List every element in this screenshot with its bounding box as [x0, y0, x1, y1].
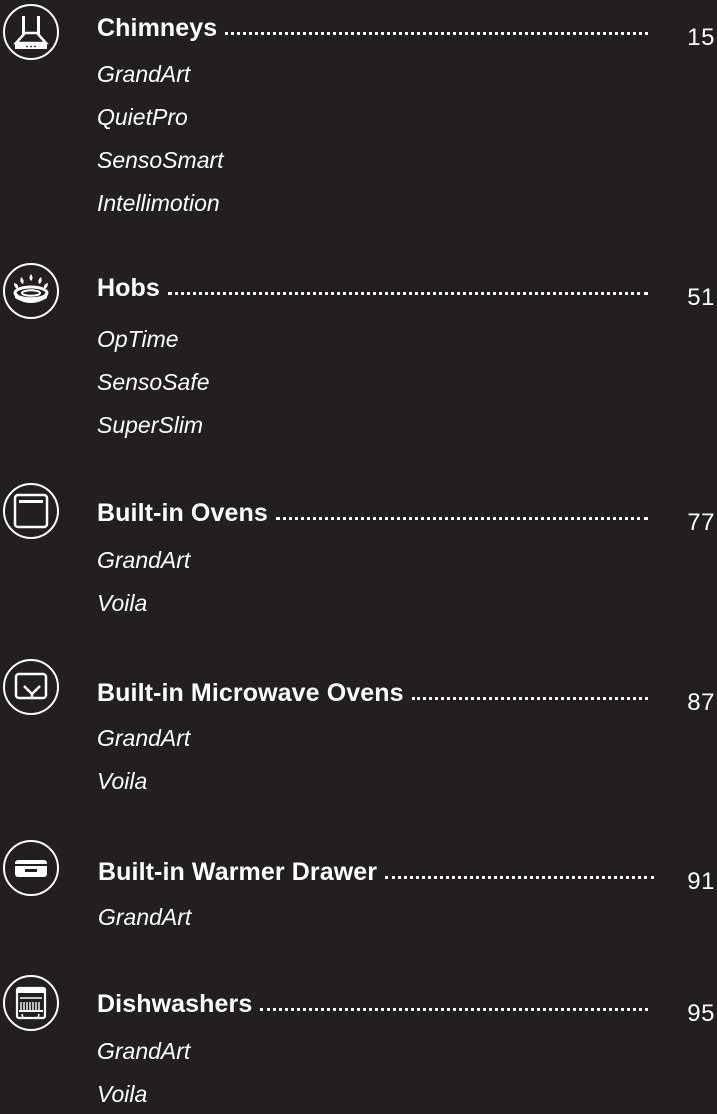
section-title: Built-in Microwave Ovens [97, 679, 404, 707]
chimney-hood-icon [2, 3, 60, 61]
page-number: 87 [687, 689, 715, 716]
toc-entry-built-in-warmer-drawer[interactable]: Built-in Warmer Drawer [98, 858, 654, 887]
section-title: Dishwashers [97, 990, 253, 1018]
dot-leader [275, 514, 648, 520]
sub-item: GrandArt [97, 725, 191, 751]
page-number: 95 [687, 1000, 715, 1027]
toc-entry-built-in-ovens[interactable]: Built-in Ovens [97, 499, 648, 528]
toc-entry-dishwashers[interactable]: Dishwashers [97, 990, 648, 1019]
dot-leader [385, 873, 654, 879]
microwave-icon [2, 658, 60, 716]
dishwasher-icon [2, 974, 60, 1032]
sub-item: Voila [97, 768, 148, 794]
sub-item: Intellimotion [97, 190, 220, 216]
sub-item: GrandArt [97, 61, 191, 87]
gas-burner-icon [2, 262, 60, 320]
sub-item: GrandArt [97, 1038, 191, 1064]
oven-icon [2, 482, 60, 540]
sub-item: SensoSmart [97, 147, 224, 173]
sub-item: QuietPro [97, 104, 188, 130]
sub-item: GrandArt [98, 904, 192, 930]
page-number: 77 [687, 509, 715, 536]
dot-leader [260, 1005, 648, 1011]
page-number: 91 [687, 868, 715, 895]
section-title: Built-in Ovens [97, 499, 268, 527]
sub-item: Voila [97, 1081, 148, 1107]
page-number: 51 [687, 284, 715, 311]
section-title: Built-in Warmer Drawer [98, 858, 378, 886]
sub-item: Voila [97, 590, 148, 616]
dot-leader [167, 289, 648, 295]
warmer-drawer-icon [2, 839, 60, 897]
section-title: Hobs [97, 274, 160, 302]
toc-entry-chimneys[interactable]: Chimneys [97, 14, 648, 43]
sub-item: GrandArt [97, 547, 191, 573]
dot-leader [411, 694, 648, 700]
sub-item: SensoSafe [97, 369, 210, 395]
dot-leader [225, 29, 648, 35]
toc-entry-hobs[interactable]: Hobs [97, 274, 648, 303]
section-title: Chimneys [97, 14, 218, 42]
sub-item: SuperSlim [97, 412, 204, 438]
page-number: 15 [687, 24, 715, 51]
toc-entry-built-in-microwave-ovens[interactable]: Built-in Microwave Ovens [97, 679, 648, 708]
sub-item: OpTime [97, 326, 179, 352]
